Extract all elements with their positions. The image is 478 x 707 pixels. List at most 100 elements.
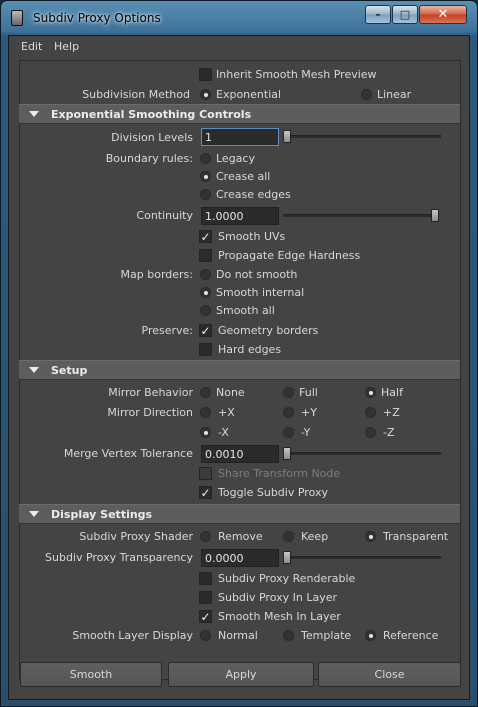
toggle-subdiv-proxy-label: Toggle Subdiv Proxy [218, 486, 328, 499]
radio-mirror-none-label: None [216, 386, 245, 399]
radio-legacy[interactable] [200, 153, 211, 164]
radio-minus-x[interactable] [200, 427, 211, 438]
transparency-slider-thumb[interactable] [283, 551, 291, 564]
subdivision-method-label: Subdivision Method [82, 88, 190, 101]
mirror-behavior-label: Mirror Behavior [108, 386, 193, 399]
radio-smooth-internal-label: Smooth internal [216, 286, 305, 299]
radio-shader-remove[interactable] [200, 531, 211, 542]
subdiv-proxy-transparency-field[interactable]: 0.0000 [201, 549, 279, 567]
radio-do-not-smooth-label: Do not smooth [216, 268, 298, 281]
radio-mirror-half-label: Half [381, 386, 403, 399]
inherit-preview-label: Inherit Smooth Mesh Preview [216, 68, 377, 81]
checkmark-icon: ✓ [200, 230, 211, 244]
radio-minus-z[interactable] [365, 427, 376, 438]
radio-plus-y[interactable] [283, 407, 294, 418]
radio-layer-reference-label: Reference [383, 629, 439, 642]
radio-crease-edges-label: Crease edges [216, 188, 291, 201]
radio-linear-label: Linear [377, 88, 412, 101]
radio-do-not-smooth[interactable] [200, 269, 211, 280]
section-header-exponential[interactable]: Exponential Smoothing Controls [19, 104, 460, 124]
menu-help[interactable]: Help [54, 40, 79, 53]
subdiv-proxy-in-layer-checkbox[interactable] [199, 591, 212, 604]
checkmark-icon: ✓ [200, 610, 211, 624]
triangle-down-icon [29, 111, 39, 117]
merge-tolerance-slider-track[interactable] [285, 452, 441, 455]
close-button[interactable]: Close [318, 662, 461, 687]
merge-tolerance-slider-thumb[interactable] [283, 447, 291, 460]
continuity-field[interactable]: 1.0000 [201, 207, 279, 225]
smooth-mesh-in-layer-label: Smooth Mesh In Layer [218, 610, 341, 623]
mirror-direction-label: Mirror Direction [107, 406, 193, 419]
radio-minus-x-label: -X [218, 426, 229, 439]
smooth-uvs-checkbox[interactable]: ✓ [199, 230, 212, 243]
radio-layer-template-label: Template [301, 629, 352, 642]
radio-smooth-internal[interactable] [200, 287, 211, 298]
radio-crease-edges[interactable] [200, 189, 211, 200]
subdiv-proxy-shader-label: Subdiv Proxy Shader [79, 530, 193, 543]
continuity-slider-thumb[interactable] [431, 209, 439, 222]
share-transform-checkbox[interactable] [199, 467, 212, 480]
triangle-down-icon [29, 367, 39, 373]
menu-edit[interactable]: Edit [21, 40, 42, 53]
smooth-button[interactable]: Smooth [20, 662, 162, 687]
radio-minus-z-label: -Z [383, 426, 395, 439]
subdiv-proxy-renderable-checkbox[interactable] [199, 572, 212, 585]
preserve-label: Preserve: [141, 324, 194, 337]
smooth-mesh-in-layer-checkbox[interactable]: ✓ [199, 610, 212, 623]
radio-minus-y-label: -Y [301, 426, 311, 439]
radio-exponential-label: Exponential [216, 88, 282, 101]
apply-button[interactable]: Apply [168, 662, 314, 687]
radio-smooth-all[interactable] [200, 305, 211, 316]
dialog-window: Subdiv Proxy Options – □ ✕ Edit Help Inh… [0, 0, 478, 707]
toggle-subdiv-proxy-checkbox[interactable]: ✓ [199, 486, 212, 499]
section-header-setup[interactable]: Setup [19, 360, 460, 380]
radio-shader-keep[interactable] [283, 531, 294, 542]
radio-layer-normal[interactable] [200, 630, 211, 641]
radio-layer-reference[interactable] [365, 630, 376, 641]
inherit-preview-checkbox[interactable] [199, 68, 212, 81]
share-transform-label: Share Transform Node [218, 467, 341, 480]
hard-edges-checkbox[interactable] [199, 343, 212, 356]
radio-linear[interactable] [361, 89, 372, 100]
radio-plus-x[interactable] [200, 407, 211, 418]
hard-edges-label: Hard edges [218, 343, 282, 356]
radio-plus-z[interactable] [365, 407, 376, 418]
geometry-borders-checkbox[interactable]: ✓ [199, 324, 212, 337]
continuity-slider-track[interactable] [283, 214, 439, 217]
smooth-uvs-label: Smooth UVs [218, 230, 286, 243]
division-levels-field[interactable]: 1 [201, 128, 279, 146]
radio-exponential[interactable] [200, 89, 211, 100]
close-window-button[interactable]: ✕ [419, 5, 467, 24]
section-title: Display Settings [51, 508, 153, 521]
title-bar[interactable]: Subdiv Proxy Options – □ ✕ [1, 1, 477, 35]
transparency-slider-track[interactable] [285, 556, 441, 559]
checkmark-icon: ✓ [200, 324, 211, 338]
section-header-display[interactable]: Display Settings [19, 504, 460, 524]
propagate-edge-hardness-checkbox[interactable] [199, 249, 212, 262]
radio-mirror-full[interactable] [283, 387, 294, 398]
map-borders-label: Map borders: [120, 268, 193, 281]
radio-crease-all[interactable] [200, 171, 211, 182]
radio-minus-y[interactable] [283, 427, 294, 438]
subdiv-proxy-renderable-label: Subdiv Proxy Renderable [218, 572, 356, 585]
radio-layer-template[interactable] [283, 630, 294, 641]
geometry-borders-label: Geometry borders [218, 324, 319, 337]
smooth-layer-display-label: Smooth Layer Display [72, 629, 193, 642]
maximize-button[interactable]: □ [392, 5, 418, 24]
radio-mirror-half[interactable] [365, 387, 376, 398]
radio-legacy-label: Legacy [216, 152, 255, 165]
division-levels-slider-thumb[interactable] [283, 130, 291, 143]
triangle-down-icon [29, 511, 39, 517]
radio-plus-x-label: +X [218, 406, 235, 419]
merge-vertex-tolerance-field[interactable]: 0.0010 [201, 445, 279, 463]
minimize-button[interactable]: – [365, 5, 391, 24]
division-levels-label: Division Levels [111, 131, 193, 144]
menu-bar: Edit Help [9, 36, 469, 56]
radio-crease-all-label: Crease all [216, 170, 271, 183]
division-levels-slider-track[interactable] [285, 135, 441, 138]
radio-shader-transparent[interactable] [365, 531, 376, 542]
radio-shader-remove-label: Remove [218, 530, 263, 543]
radio-mirror-none[interactable] [200, 387, 211, 398]
radio-plus-z-label: +Z [383, 406, 400, 419]
radio-plus-y-label: +Y [301, 406, 317, 419]
